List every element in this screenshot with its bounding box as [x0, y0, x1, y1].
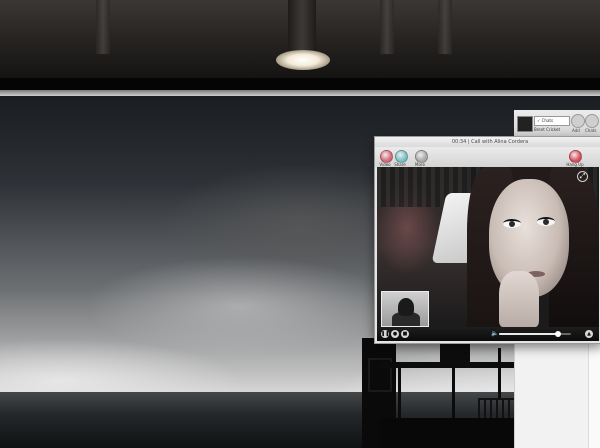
hand — [499, 271, 539, 327]
window-title: 00:34 | Call with Alina Cordera — [451, 139, 529, 145]
video-call-window: 00:34 | Call with Alina Cordera Video Sh… — [374, 136, 600, 344]
pier-lamp-post — [498, 348, 501, 398]
pier-base — [380, 418, 530, 448]
curtain — [96, 0, 110, 54]
call-controls-bar: ❚❚ ● ■ 🔈 ▲ — [377, 327, 599, 341]
volume-knob[interactable] — [555, 331, 562, 337]
curtain — [438, 0, 452, 54]
volume-fill — [499, 333, 559, 335]
chats-button[interactable] — [585, 114, 599, 128]
add-button[interactable] — [571, 114, 585, 128]
volume-slider[interactable] — [499, 331, 571, 337]
curtain — [380, 0, 394, 54]
add-button-label: Add — [572, 128, 580, 133]
self-view-person — [398, 298, 414, 316]
pier-post — [452, 366, 455, 426]
remote-video[interactable]: ⤢ — [377, 167, 599, 327]
status-select[interactable]: ✓ Chats — [534, 116, 570, 126]
speaker-icon[interactable]: 🔈 — [491, 330, 498, 338]
status-message[interactable]: Brent Cricket — [534, 126, 568, 134]
expand-icon[interactable]: ⤢ — [577, 171, 588, 182]
pier-post — [398, 366, 401, 426]
pier-roof — [440, 342, 470, 366]
call-options-icon[interactable]: ▲ — [585, 330, 593, 338]
lamp-cord — [288, 0, 316, 54]
avatar[interactable] — [517, 116, 533, 132]
chats-button-label: Chats — [585, 128, 597, 133]
call-toolbar: Video Share More Hang Up — [375, 147, 600, 167]
eye — [503, 219, 521, 228]
self-view-video[interactable] — [381, 291, 429, 327]
ceiling-lamp — [276, 50, 330, 70]
pause-icon[interactable]: ❚❚ — [381, 330, 389, 338]
eye — [537, 217, 555, 226]
stop-icon[interactable]: ■ — [401, 330, 409, 338]
mute-icon[interactable]: ● — [391, 330, 399, 338]
